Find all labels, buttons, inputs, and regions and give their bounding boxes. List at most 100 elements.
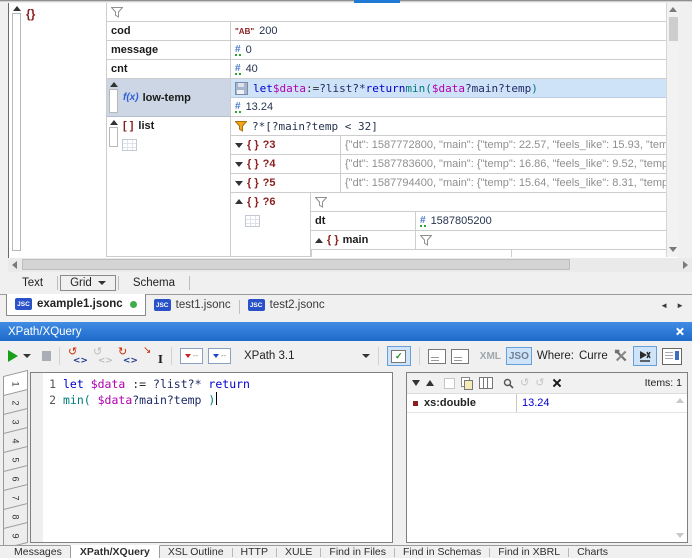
list-item-key[interactable]: { } ?3 (231, 136, 341, 155)
json-mode-toggle[interactable]: JSO (506, 347, 532, 365)
scroll-thumb[interactable] (669, 17, 678, 41)
evaluate-on-edit-toggle[interactable]: ✓ (387, 346, 411, 366)
grid-key-dt[interactable]: dt (311, 212, 416, 231)
evaluate-menu-icon[interactable] (23, 354, 31, 358)
stop-button[interactable] (42, 351, 51, 361)
grid-vscrollbar[interactable] (666, 3, 679, 257)
collapse-icon[interactable] (315, 238, 323, 243)
tab-example1-jsonc[interactable]: JSC example1.jsonc (6, 294, 146, 316)
expression-dropdown-icon[interactable]: -- (180, 348, 203, 364)
copy-icon[interactable] (461, 377, 473, 389)
filter-icon[interactable] (420, 235, 432, 246)
grid-formula-result[interactable]: # 13.24 (231, 98, 666, 117)
tab-test1-jsonc[interactable]: JSC test1.jsonc (146, 295, 239, 315)
chevron-down-icon[interactable] (98, 281, 106, 285)
tab-http[interactable]: HTTP (233, 546, 276, 558)
list-item-preview[interactable]: {"dt": 1587783600, "main": {"temp": 16.8… (341, 155, 666, 174)
pin-result-icon[interactable] (444, 378, 455, 389)
table-view-icon[interactable] (122, 139, 137, 151)
tab-find-in-files[interactable]: Find in Files (321, 546, 394, 558)
next-result-icon[interactable] (412, 380, 420, 386)
list-item-key[interactable]: { } ?4 (231, 155, 341, 174)
tab-text-view[interactable]: Text (10, 275, 55, 291)
result-row[interactable]: xs:double 13.24 (407, 394, 687, 413)
tab-xpath-xquery[interactable]: XPath/XQuery (70, 545, 160, 558)
list-filter-cell[interactable]: ?*[?main?temp < 32] (231, 117, 666, 136)
grid-value-message[interactable]: # 0 (231, 41, 666, 60)
list-item-key[interactable]: { } ?5 (231, 174, 341, 193)
tab-charts[interactable]: Charts (569, 546, 616, 558)
grid-hscrollbar[interactable] (8, 258, 692, 272)
collapse-icon[interactable] (110, 120, 118, 125)
scope-select[interactable]: Curre (579, 350, 609, 362)
xml-mode-toggle[interactable]: XML (480, 351, 501, 362)
grid-formula-cell[interactable]: let $data := ?list?* return min( $data?m… (231, 79, 666, 98)
tab-schema-view[interactable]: Schema (121, 275, 187, 291)
collapse-icon[interactable] (235, 199, 243, 204)
reload-icon[interactable]: ↺ (535, 378, 544, 388)
list-expander[interactable] (108, 119, 119, 149)
previous-result-icon[interactable] (426, 380, 434, 386)
grid-key-cnt[interactable]: cnt (106, 60, 231, 79)
code-line[interactable]: 1let $data := ?list?* return (47, 376, 250, 392)
tab-test2-jsonc[interactable]: JSC test2.jsonc (240, 295, 333, 315)
scroll-thumb[interactable] (22, 259, 570, 270)
clear-results-icon[interactable] (552, 378, 562, 388)
result-window-icon[interactable] (428, 349, 446, 364)
grid-value-dt[interactable]: # 1587805200 (416, 212, 666, 231)
grid-key-message[interactable]: message (106, 41, 231, 60)
tab-grid-view[interactable]: Grid (60, 275, 116, 291)
collapse-icon[interactable] (110, 82, 118, 87)
close-icon[interactable] (675, 327, 684, 336)
evaluate-button[interactable] (8, 350, 18, 362)
filter-icon[interactable] (111, 7, 123, 18)
expression-dropdown-icon[interactable]: -- (208, 348, 231, 364)
expand-icon[interactable] (235, 181, 243, 186)
low-temp-expander[interactable] (108, 81, 119, 115)
scroll-up-icon[interactable] (676, 398, 684, 403)
scroll-down-icon[interactable] (669, 247, 677, 252)
list-item-key-expanded[interactable]: { } ?6 (231, 193, 311, 257)
xpath-expression-editor[interactable]: 1let $data := ?list?* return 2min( $data… (30, 372, 393, 543)
scroll-up-icon[interactable] (669, 7, 677, 12)
grid-value-cnt[interactable]: # 40 (231, 60, 666, 79)
nested-filter-cell[interactable] (311, 193, 666, 212)
scroll-right-icon[interactable] (683, 261, 688, 269)
step-out-icon[interactable]: ↻<> (118, 348, 138, 365)
columns-icon[interactable] (479, 377, 493, 389)
tab-find-in-xbrl[interactable]: Find in XBRL (490, 546, 568, 558)
filter-active-icon[interactable] (235, 121, 247, 132)
refresh-icon[interactable]: ↺ (520, 378, 529, 388)
expand-icon[interactable] (235, 143, 243, 148)
evaluate-as-you-type-toggle[interactable] (633, 346, 657, 366)
root-object-label[interactable]: {} (26, 7, 35, 21)
tab-xsl-outline[interactable]: XSL Outline (160, 546, 232, 558)
list-item-preview[interactable]: {"dt": 1587772800, "main": {"temp": 22.5… (341, 136, 666, 155)
tab-scroll-left-icon[interactable]: ◄ (660, 301, 668, 310)
scroll-left-icon[interactable] (12, 261, 17, 269)
list-item-preview[interactable]: {"dt": 1587794400, "main": {"temp": 15.6… (341, 174, 666, 193)
tools-icon[interactable] (614, 349, 628, 363)
filter-icon[interactable] (315, 197, 327, 208)
code-line[interactable]: 2min( $data?main?temp ) (47, 392, 217, 408)
grid-key-low-temp[interactable]: f(x) low-temp (106, 79, 231, 117)
xpath-version-select[interactable]: XPath 3.1 (244, 350, 370, 362)
grid-key-list[interactable]: [ ] list (106, 117, 231, 257)
tab-find-in-schemas[interactable]: Find in Schemas (395, 546, 489, 558)
panel-layout-toggle[interactable] (662, 348, 682, 365)
grid-key-main[interactable]: { } main (311, 231, 416, 250)
collapse-icon[interactable] (13, 6, 21, 11)
table-view-icon[interactable] (245, 215, 260, 227)
set-selection-icon[interactable]: ↘I (143, 348, 163, 365)
grid-key-cod[interactable]: cod (106, 22, 231, 41)
tab-messages[interactable]: Messages (6, 546, 70, 558)
main-filter-cell[interactable] (416, 231, 666, 250)
tab-xule[interactable]: XULE (277, 546, 320, 558)
root-expander[interactable] (11, 5, 22, 255)
root-filter-cell[interactable] (106, 3, 666, 22)
editor-window-icon[interactable] (451, 349, 469, 364)
scroll-down-icon[interactable] (676, 533, 684, 538)
expand-icon[interactable] (235, 162, 243, 167)
formula-save-icon[interactable] (235, 82, 248, 95)
start-debugging-icon[interactable]: ↺<> (68, 348, 88, 365)
